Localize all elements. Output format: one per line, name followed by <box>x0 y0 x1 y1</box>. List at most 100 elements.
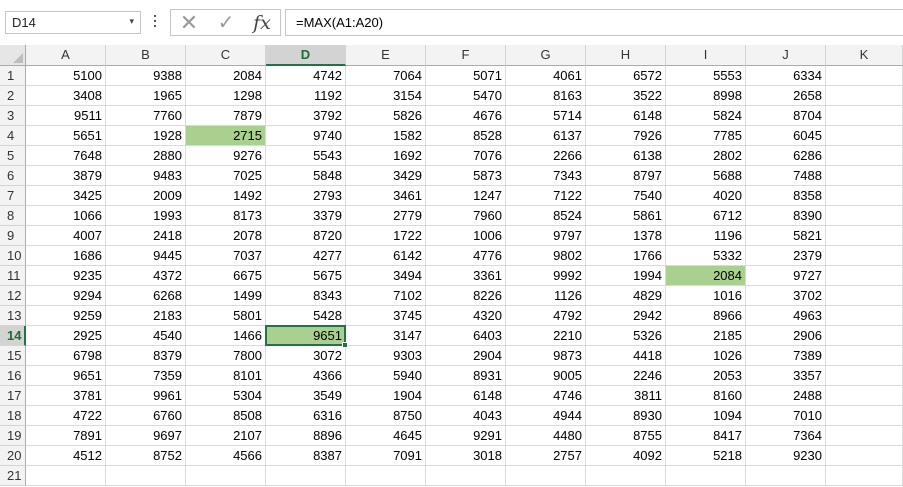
cell-g17[interactable]: 4746 <box>506 386 586 406</box>
row-header-8[interactable]: 8 <box>0 206 26 226</box>
cell-c16[interactable]: 8101 <box>186 366 266 386</box>
cell-a6[interactable]: 3879 <box>26 166 106 186</box>
cell-j13[interactable]: 4963 <box>746 306 826 326</box>
cell-c12[interactable]: 1499 <box>186 286 266 306</box>
cell-g14[interactable]: 2210 <box>506 326 586 346</box>
cell-b20[interactable]: 8752 <box>106 446 186 466</box>
cell-j18[interactable]: 7010 <box>746 406 826 426</box>
cell-f16[interactable]: 8931 <box>426 366 506 386</box>
cell-a5[interactable]: 7648 <box>26 146 106 166</box>
row-header-19[interactable]: 19 <box>0 426 26 446</box>
cell-b21[interactable] <box>106 466 186 486</box>
cell-j19[interactable]: 7364 <box>746 426 826 446</box>
row-header-12[interactable]: 12 <box>0 286 26 306</box>
cell-f11[interactable]: 3361 <box>426 266 506 286</box>
cell-a19[interactable]: 7891 <box>26 426 106 446</box>
cell-g19[interactable]: 4480 <box>506 426 586 446</box>
cell-g6[interactable]: 7343 <box>506 166 586 186</box>
cell-f1[interactable]: 5071 <box>426 66 506 86</box>
cell-j2[interactable]: 2658 <box>746 86 826 106</box>
column-header-i[interactable]: I <box>666 45 746 66</box>
cell-k3[interactable] <box>826 106 903 126</box>
cell-g2[interactable]: 8163 <box>506 86 586 106</box>
cell-e10[interactable]: 6142 <box>346 246 426 266</box>
cell-c7[interactable]: 1492 <box>186 186 266 206</box>
cell-k19[interactable] <box>826 426 903 446</box>
cell-h17[interactable]: 3811 <box>586 386 666 406</box>
cell-h14[interactable]: 5326 <box>586 326 666 346</box>
row-header-11[interactable]: 11 <box>0 266 26 286</box>
cell-j15[interactable]: 7389 <box>746 346 826 366</box>
cell-i11[interactable]: 2084 <box>666 266 746 286</box>
cell-b15[interactable]: 8379 <box>106 346 186 366</box>
cell-e4[interactable]: 1582 <box>346 126 426 146</box>
cell-k17[interactable] <box>826 386 903 406</box>
cell-k9[interactable] <box>826 226 903 246</box>
cell-a1[interactable]: 5100 <box>26 66 106 86</box>
cell-i12[interactable]: 1016 <box>666 286 746 306</box>
cell-b3[interactable]: 7760 <box>106 106 186 126</box>
cell-j4[interactable]: 6045 <box>746 126 826 146</box>
cell-g7[interactable]: 7122 <box>506 186 586 206</box>
row-header-4[interactable]: 4 <box>0 126 26 146</box>
cell-g11[interactable]: 9992 <box>506 266 586 286</box>
cell-h15[interactable]: 4418 <box>586 346 666 366</box>
cell-h12[interactable]: 4829 <box>586 286 666 306</box>
cell-f21[interactable] <box>426 466 506 486</box>
cell-g16[interactable]: 9005 <box>506 366 586 386</box>
cell-b1[interactable]: 9388 <box>106 66 186 86</box>
cell-a12[interactable]: 9294 <box>26 286 106 306</box>
cell-a13[interactable]: 9259 <box>26 306 106 326</box>
cell-i1[interactable]: 5553 <box>666 66 746 86</box>
row-header-18[interactable]: 18 <box>0 406 26 426</box>
row-header-9[interactable]: 9 <box>0 226 26 246</box>
cell-h11[interactable]: 1994 <box>586 266 666 286</box>
cell-a17[interactable]: 3781 <box>26 386 106 406</box>
cell-b6[interactable]: 9483 <box>106 166 186 186</box>
cell-b14[interactable]: 4540 <box>106 326 186 346</box>
cell-a7[interactable]: 3425 <box>26 186 106 206</box>
cell-c13[interactable]: 5801 <box>186 306 266 326</box>
cell-c8[interactable]: 8173 <box>186 206 266 226</box>
cell-b18[interactable]: 6760 <box>106 406 186 426</box>
cell-j20[interactable]: 9230 <box>746 446 826 466</box>
cell-j3[interactable]: 8704 <box>746 106 826 126</box>
cell-k14[interactable] <box>826 326 903 346</box>
row-header-2[interactable]: 2 <box>0 86 26 106</box>
cell-b16[interactable]: 7359 <box>106 366 186 386</box>
cell-e19[interactable]: 4645 <box>346 426 426 446</box>
cell-i4[interactable]: 7785 <box>666 126 746 146</box>
cell-e15[interactable]: 9303 <box>346 346 426 366</box>
cell-h19[interactable]: 8755 <box>586 426 666 446</box>
cell-i10[interactable]: 5332 <box>666 246 746 266</box>
cell-d5[interactable]: 5543 <box>266 146 346 166</box>
more-options-icon[interactable] <box>150 12 160 32</box>
cell-h2[interactable]: 3522 <box>586 86 666 106</box>
check-icon[interactable]: ✓ <box>212 12 240 34</box>
cell-f9[interactable]: 1006 <box>426 226 506 246</box>
cell-d8[interactable]: 3379 <box>266 206 346 226</box>
cell-i3[interactable]: 5824 <box>666 106 746 126</box>
cell-a4[interactable]: 5651 <box>26 126 106 146</box>
cell-c14[interactable]: 1466 <box>186 326 266 346</box>
cell-k7[interactable] <box>826 186 903 206</box>
cell-f10[interactable]: 4776 <box>426 246 506 266</box>
row-header-16[interactable]: 16 <box>0 366 26 386</box>
cell-g13[interactable]: 4792 <box>506 306 586 326</box>
cell-c18[interactable]: 8508 <box>186 406 266 426</box>
cell-g21[interactable] <box>506 466 586 486</box>
row-header-13[interactable]: 13 <box>0 306 26 326</box>
cell-h4[interactable]: 7926 <box>586 126 666 146</box>
cell-g1[interactable]: 4061 <box>506 66 586 86</box>
column-header-c[interactable]: C <box>186 45 266 66</box>
cell-e16[interactable]: 5940 <box>346 366 426 386</box>
cell-e17[interactable]: 1904 <box>346 386 426 406</box>
cell-h1[interactable]: 6572 <box>586 66 666 86</box>
cell-i15[interactable]: 1026 <box>666 346 746 366</box>
column-header-j[interactable]: J <box>746 45 826 66</box>
cell-i16[interactable]: 2053 <box>666 366 746 386</box>
cell-j11[interactable]: 9727 <box>746 266 826 286</box>
cell-j5[interactable]: 6286 <box>746 146 826 166</box>
cell-d1[interactable]: 4742 <box>266 66 346 86</box>
row-header-14[interactable]: 14 <box>0 326 26 346</box>
